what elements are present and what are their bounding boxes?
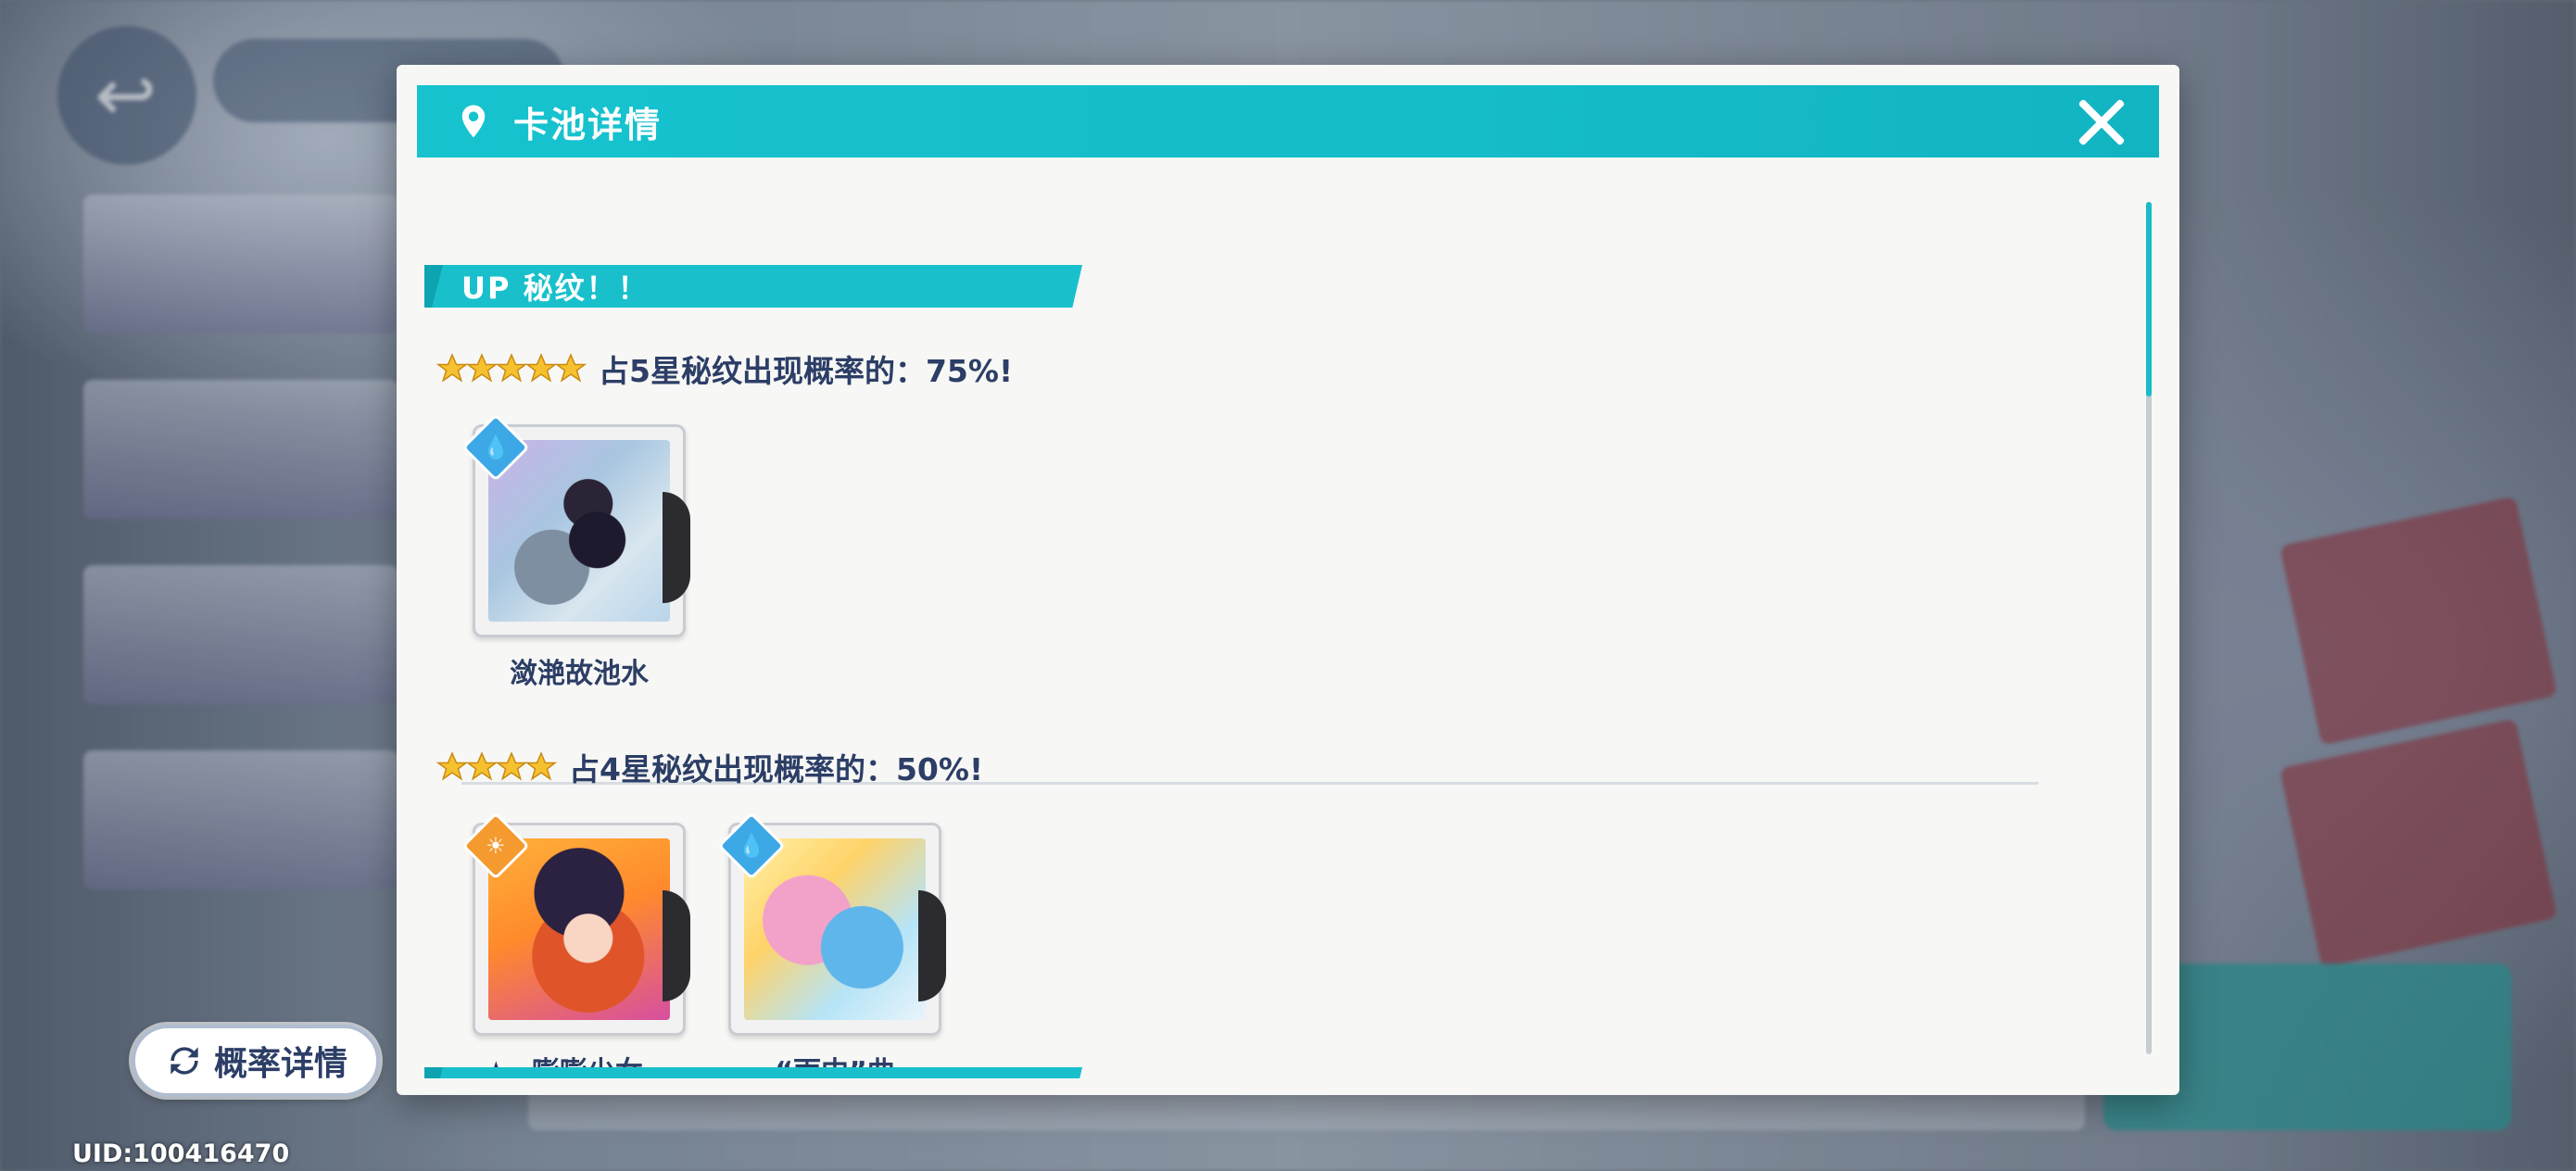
pool-details-dialog: 卡池详情 UP 秘纹！！ 占5星秘纹出现概率的：75%! 💧 潋滟故池水 占4星… xyxy=(397,65,2179,1095)
star-icon xyxy=(554,353,587,383)
close-button[interactable] xyxy=(2076,96,2128,148)
card-frame: 💧 xyxy=(461,413,690,637)
star-icon xyxy=(495,751,528,781)
star-icon xyxy=(524,751,558,781)
section-label: UP 秘纹！！ xyxy=(461,271,650,306)
star-icon xyxy=(436,751,469,781)
probability-details-button[interactable]: 概率详情 xyxy=(132,1025,380,1097)
card-frame: ☀ xyxy=(461,812,690,1036)
dialog-title: 卡池详情 xyxy=(513,104,663,145)
card-art xyxy=(488,440,670,622)
refresh-icon xyxy=(170,1047,198,1075)
card-item[interactable]: ☀ ★~嘭嘭少女... xyxy=(461,812,690,1078)
star-icon xyxy=(495,353,528,383)
scrollbar[interactable] xyxy=(2146,202,2152,1054)
location-pin-icon xyxy=(461,105,486,138)
star-icon xyxy=(524,353,558,383)
card-item[interactable]: 💧 “雨中”曲 xyxy=(717,812,946,1078)
card-art xyxy=(744,838,926,1020)
card-name: 潋滟故池水 xyxy=(510,658,649,690)
rate-text: 占4星秘纹出现概率的：50%! xyxy=(569,751,983,787)
card-art xyxy=(488,838,670,1020)
uid-label: UID:100416470 xyxy=(72,1140,290,1168)
vinyl-record-icon xyxy=(663,492,690,603)
dialog-header: 卡池详情 xyxy=(417,85,2159,157)
rarity-row-4star: 占4星秘纹出现概率的：50%! xyxy=(436,745,983,789)
card-item[interactable]: 💧 潋滟故池水 xyxy=(461,413,690,691)
star-icon xyxy=(436,353,469,383)
section-banner-next xyxy=(424,1067,1082,1078)
scrollbar-thumb[interactable] xyxy=(2146,202,2152,397)
vinyl-record-icon xyxy=(663,890,690,1001)
rate-text: 占5星秘纹出现概率的：75%! xyxy=(599,353,1013,389)
star-icon xyxy=(465,751,499,781)
probability-details-label: 概率详情 xyxy=(213,1045,347,1083)
star-icon xyxy=(465,353,499,383)
card-frame: 💧 xyxy=(717,812,946,1036)
dialog-content[interactable]: UP 秘纹！！ 占5星秘纹出现概率的：75%! 💧 潋滟故池水 占4星秘纹出现概… xyxy=(417,198,2122,1078)
vinyl-record-icon xyxy=(918,890,946,1001)
rarity-row-5star: 占5星秘纹出现概率的：75%! xyxy=(436,346,1013,391)
section-banner-up: UP 秘纹！！ xyxy=(424,265,1082,308)
